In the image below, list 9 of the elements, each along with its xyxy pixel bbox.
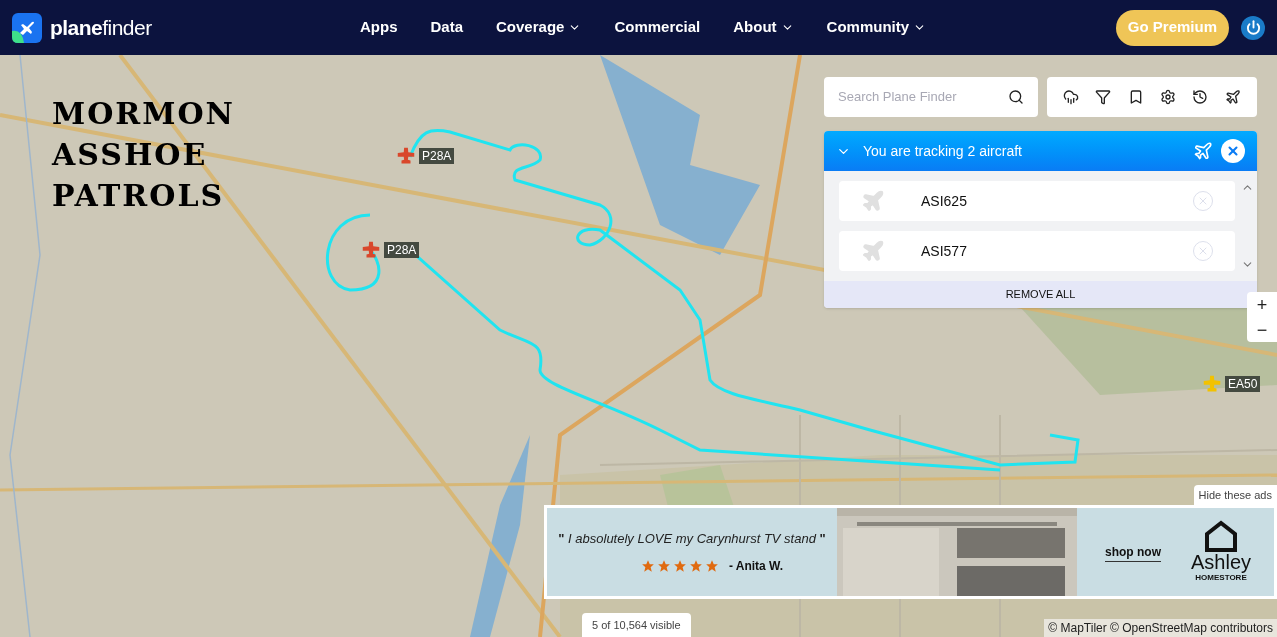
logo-text: planefinder — [50, 14, 152, 41]
logo-icon — [12, 12, 42, 43]
power-icon[interactable] — [1241, 15, 1265, 40]
nav-link[interactable]: Commercial — [614, 16, 701, 39]
nav-link[interactable]: Apps — [360, 16, 398, 39]
nav-link[interactable]: Coverage — [496, 16, 582, 39]
nav-link[interactable]: Data — [430, 16, 463, 39]
nav-link[interactable]: About — [733, 16, 794, 39]
nav-link[interactable]: Community — [826, 16, 927, 39]
